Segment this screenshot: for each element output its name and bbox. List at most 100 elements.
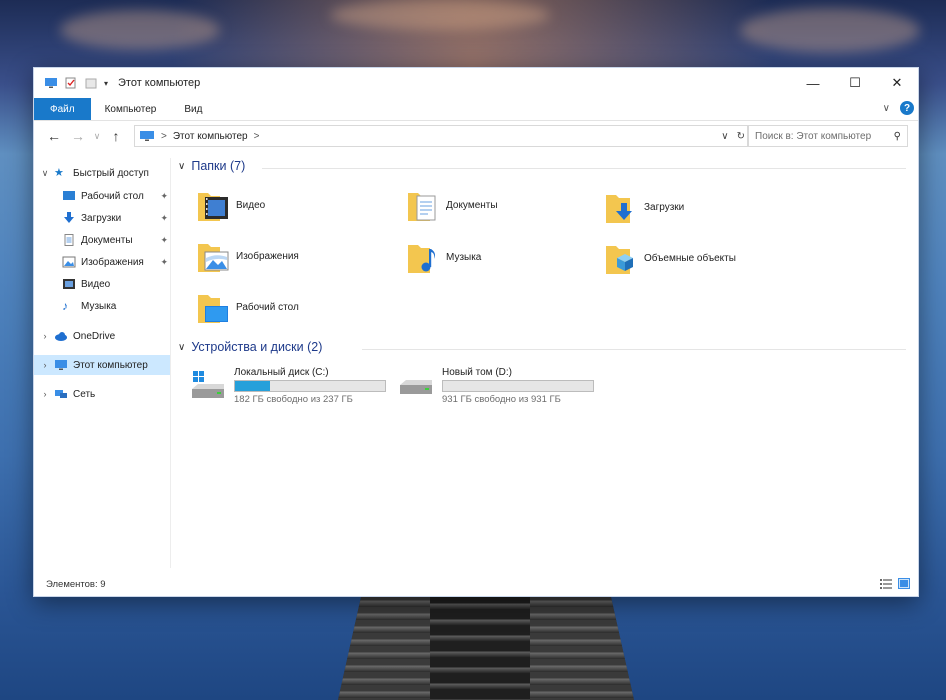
large-icons-view-icon[interactable] <box>898 578 910 589</box>
folders-group-header[interactable]: ∨ Папки (7) <box>178 159 245 173</box>
folder-downloads[interactable]: Загрузки <box>604 187 684 227</box>
documents-folder-icon <box>408 193 436 221</box>
refresh-icon[interactable]: ↻ <box>737 131 745 142</box>
sidebar-item-quick-access[interactable]: ∨ ★ Быстрый доступ <box>34 163 170 183</box>
pin-icon: ✦ <box>160 234 168 245</box>
customize-toolbar-chevron-icon[interactable]: ▾ <box>104 79 108 88</box>
sidebar-item-onedrive[interactable]: › OneDrive <box>34 326 170 346</box>
system-drive-icon <box>192 371 224 398</box>
folder-documents[interactable]: Документы <box>406 185 498 225</box>
drive-label: Новый том (D:) <box>442 367 512 378</box>
sidebar-item-network[interactable]: › Сеть <box>34 384 170 404</box>
image-icon <box>62 256 76 268</box>
collapse-chevron-icon[interactable]: ∨ <box>178 161 185 172</box>
pin-icon: ✦ <box>160 212 168 223</box>
drive-free-space: 931 ГБ свободно из 931 ГБ <box>442 394 561 405</box>
address-bar[interactable]: > Этот компьютер > ∨ ↻ <box>134 125 748 147</box>
computer-icon <box>55 360 67 370</box>
sidebar-item-video[interactable]: Видео <box>34 274 170 294</box>
folder-music[interactable]: Музыка <box>406 237 481 277</box>
sidebar-item-label: Музыка <box>81 300 117 312</box>
folder-label: Изображения <box>236 250 299 262</box>
back-button[interactable]: ← <box>42 128 66 144</box>
collapse-chevron-icon[interactable]: ∨ <box>38 168 52 179</box>
address-bar-actions: ∨ ↻ <box>721 126 745 146</box>
folder-label: Документы <box>446 199 498 211</box>
star-icon: ★ <box>54 167 64 179</box>
recent-locations-chevron-icon[interactable]: ∨ <box>90 131 104 142</box>
search-icon[interactable]: ⚲ <box>894 131 907 142</box>
items-count: Элементов: 9 <box>46 578 106 590</box>
details-view-icon[interactable] <box>880 578 892 589</box>
minimize-button[interactable]: — <box>792 68 834 98</box>
breadcrumb-separator: > <box>161 130 167 142</box>
sidebar-item-music[interactable]: ♪ Музыка <box>34 296 170 316</box>
folder-pictures[interactable]: Изображения <box>196 236 299 276</box>
expand-ribbon-chevron-icon[interactable]: ∨ <box>883 103 890 114</box>
collapse-chevron-icon[interactable]: ∨ <box>178 342 185 353</box>
new-folder-icon[interactable] <box>84 77 98 89</box>
properties-icon[interactable] <box>64 77 78 89</box>
folder-label: Музыка <box>446 251 482 263</box>
drive-usage-bar <box>234 380 386 392</box>
sidebar-item-label: Этот компьютер <box>73 359 148 371</box>
computer-icon <box>45 78 57 88</box>
video-icon <box>63 279 75 289</box>
folder-video[interactable]: Видео <box>196 185 265 225</box>
status-bar: Элементов: 9 <box>34 574 918 594</box>
sidebar-item-pictures[interactable]: Изображения ✦ <box>34 252 170 272</box>
pin-icon: ✦ <box>160 190 168 201</box>
breadcrumb-separator[interactable]: > <box>254 131 260 142</box>
folder-label: Объемные объекты <box>644 252 736 264</box>
drive-usage-bar <box>442 380 594 392</box>
group-divider <box>262 168 906 169</box>
expand-chevron-icon[interactable]: › <box>38 331 52 341</box>
sidebar-item-downloads[interactable]: Загрузки ✦ <box>34 208 170 228</box>
tab-view[interactable]: Вид <box>170 98 216 120</box>
search-box[interactable]: Поиск в: Этот компьютер ⚲ <box>748 125 908 147</box>
tab-file[interactable]: Файл <box>34 98 91 120</box>
expand-chevron-icon[interactable]: › <box>38 389 52 399</box>
help-button[interactable]: ? <box>900 101 914 115</box>
window-title: Этот компьютер <box>118 77 201 89</box>
maximize-button[interactable]: ☐ <box>834 68 876 98</box>
sidebar-item-documents[interactable]: Документы ✦ <box>34 230 170 250</box>
sidebar-item-this-pc[interactable]: › Этот компьютер <box>34 355 170 375</box>
document-icon <box>64 234 74 246</box>
3d-objects-folder-icon <box>606 246 633 274</box>
pictures-folder-icon <box>198 244 229 272</box>
video-folder-icon <box>198 193 228 221</box>
search-input[interactable]: Поиск в: Этот компьютер <box>749 131 894 142</box>
forward-button[interactable]: → <box>66 128 90 144</box>
address-history-chevron-icon[interactable]: ∨ <box>721 131 728 142</box>
tab-computer[interactable]: Компьютер <box>91 98 171 120</box>
breadcrumb-this-pc[interactable]: Этот компьютер <box>173 131 248 142</box>
cloud-icon <box>55 332 67 341</box>
group-divider <box>362 349 906 350</box>
folder-label: Видео <box>236 199 266 211</box>
background-pier-steps <box>430 594 530 700</box>
drives-group-header[interactable]: ∨ Устройства и диски (2) <box>178 340 322 354</box>
expand-chevron-icon[interactable]: › <box>38 360 52 370</box>
ribbon-right-controls: ∨ ? <box>883 101 914 115</box>
folder-3d-objects[interactable]: Объемные объекты <box>604 238 736 278</box>
folder-desktop[interactable]: Рабочий стол <box>196 287 299 327</box>
background-cloud <box>330 0 550 30</box>
music-folder-icon <box>408 245 435 273</box>
sidebar-item-label: Изображения <box>81 256 144 268</box>
pin-icon: ✦ <box>160 256 168 267</box>
close-button[interactable]: ✕ <box>876 68 918 98</box>
drive-c[interactable]: Локальный диск (C:) 182 ГБ свободно из 2… <box>190 367 390 407</box>
explorer-window: ▾ Этот компьютер — ☐ ✕ Файл Компьютер Ви… <box>33 67 919 597</box>
up-button[interactable]: ↑ <box>104 128 128 144</box>
folder-label: Загрузки <box>644 201 685 213</box>
downloads-folder-icon <box>606 195 632 223</box>
sidebar-item-label: Видео <box>81 278 111 290</box>
music-icon: ♪ <box>62 299 68 313</box>
desktop-folder-icon <box>198 295 228 323</box>
sidebar-item-label: Рабочий стол <box>81 190 144 202</box>
drive-d[interactable]: Новый том (D:) 931 ГБ свободно из 931 ГБ <box>398 367 598 407</box>
content-pane: ∨ Папки (7) Видео Документы Загрузки Изо… <box>172 154 916 574</box>
drive-free-space: 182 ГБ свободно из 237 ГБ <box>234 394 353 405</box>
sidebar-item-desktop[interactable]: Рабочий стол ✦ <box>34 186 170 206</box>
